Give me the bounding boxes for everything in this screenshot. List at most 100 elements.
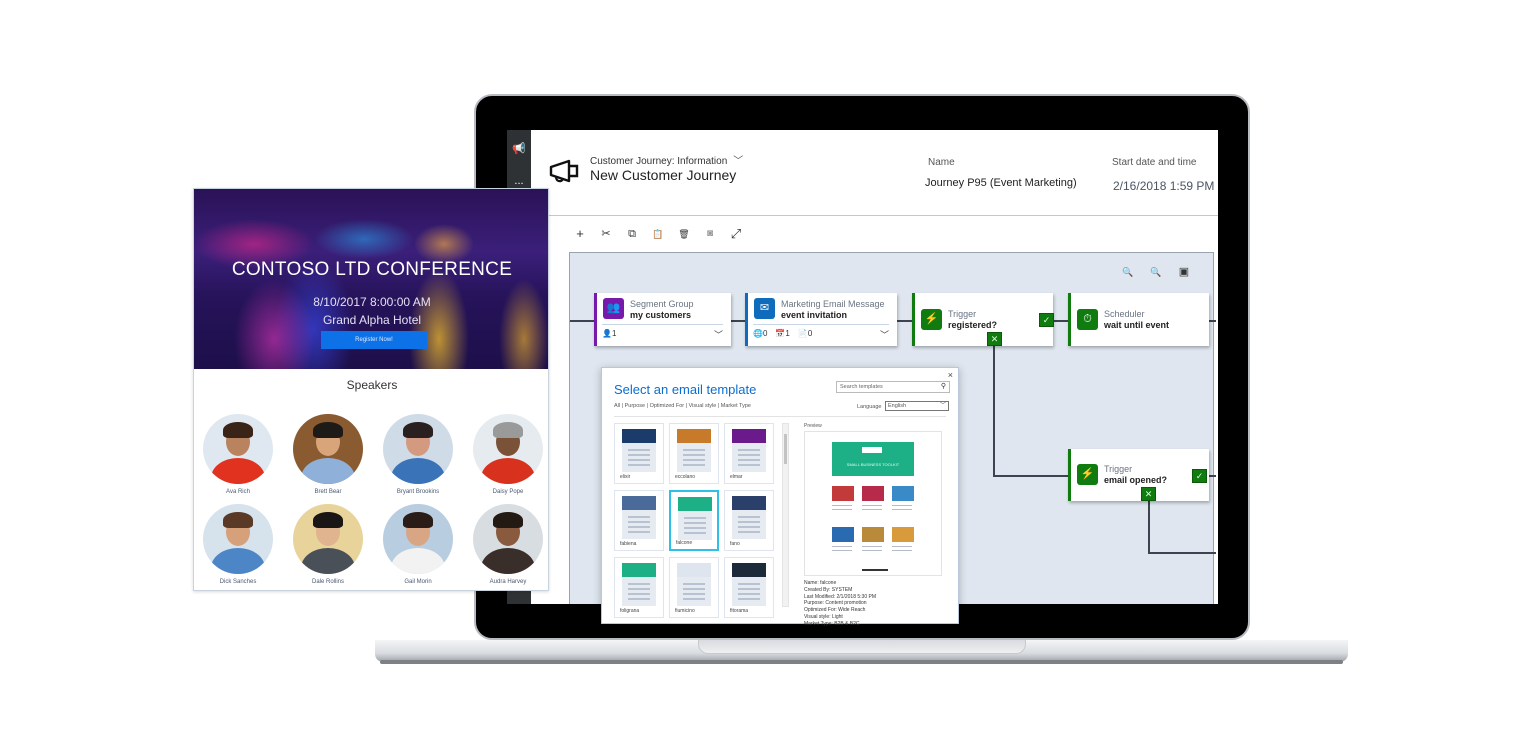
tile-trigger-registered[interactable]: ⚡ Trigger registered? <box>912 293 1053 346</box>
zoom-in-icon[interactable]: 🔍 <box>1149 265 1163 279</box>
speaker-card[interactable]: Bryant Brookins <box>378 414 458 495</box>
chevron-down-icon[interactable]: ﹀ <box>733 152 743 167</box>
yes-branch-icon[interactable]: ✓ <box>1192 469 1207 483</box>
template-label: foligrana <box>620 608 640 614</box>
speaker-card[interactable]: Dale Rollins <box>288 504 368 585</box>
preview-hero: SMALL BUSINESS TOOLKIT <box>832 442 914 476</box>
copy-icon[interactable]: ⧉ <box>624 226 640 242</box>
calendar-count: 1 <box>785 329 790 338</box>
thumbnail-line <box>738 516 760 518</box>
screenshot-icon[interactable]: ◙ <box>702 226 718 242</box>
template-thumbnail <box>622 429 656 472</box>
thumbnail-line <box>628 459 650 461</box>
search-icon[interactable]: ⚲ <box>941 382 946 392</box>
designer-toolbar: + ✂ ⧉ 📋 🗑 ◙ ⤢ <box>531 216 1218 252</box>
cut-icon[interactable]: ✂ <box>598 226 614 242</box>
tile-trigger-email-opened[interactable]: ⚡ Trigger email opened? <box>1068 449 1209 501</box>
thumbnail-hero <box>732 429 766 443</box>
avatar-hair <box>223 512 253 528</box>
speaker-name: Audra Harvey <box>489 579 527 585</box>
register-now-button[interactable]: Register Now! <box>321 331 427 349</box>
megaphone-icon[interactable]: 📢 <box>511 142 527 156</box>
thumbnail-line <box>628 464 650 466</box>
template-label: fitorama <box>730 608 749 614</box>
thumbnail-hero <box>622 429 656 443</box>
yes-branch-icon[interactable]: ✓ <box>1039 313 1054 327</box>
speaker-name: Bryant Brookins <box>396 489 440 495</box>
template-scrollbar[interactable] <box>782 423 789 607</box>
event-venue: Grand Alpha Hotel <box>322 313 422 327</box>
speaker-card[interactable]: Brett Bear <box>288 414 368 495</box>
event-date: 8/10/2017 8:00:00 AM <box>313 295 431 309</box>
language-select[interactable]: English ﹀ <box>885 401 949 411</box>
avatar-hair <box>403 512 433 528</box>
tile-name: my customers <box>630 310 692 320</box>
tile-segment-group[interactable]: 👥 Segment Group my customers 👤1 ﹀ <box>594 293 731 346</box>
template-label: fiumicino <box>675 608 695 614</box>
template-label: elmar <box>730 474 743 480</box>
template-card[interactable]: fitorama <box>724 557 774 618</box>
speaker-name: Brett Bear <box>314 489 342 495</box>
thumbnail-line <box>628 454 650 456</box>
thumbnail-hero <box>732 563 766 577</box>
zoom-out-icon[interactable]: 🔍 <box>1121 265 1135 279</box>
preview-text-line <box>862 509 882 510</box>
speaker-card[interactable]: Audra Harvey <box>468 504 548 585</box>
speaker-card[interactable]: Gail Morin <box>378 504 458 585</box>
template-card[interactable]: fiumicino <box>669 557 719 618</box>
tile-type: Trigger <box>948 309 977 319</box>
tile-footer: 👤1 <box>602 329 616 338</box>
tile-accent <box>745 293 748 346</box>
thumbnail-line <box>628 583 650 585</box>
search-placeholder: Search templates <box>840 384 883 390</box>
breadcrumb[interactable]: Customer Journey: Information ﹀ <box>590 152 743 167</box>
template-thumbnail <box>677 429 711 472</box>
tile-accent <box>594 293 597 346</box>
scrollbar-thumb[interactable] <box>784 434 787 464</box>
template-card[interactable]: fano <box>724 490 774 551</box>
delete-icon[interactable]: 🗑 <box>676 226 692 242</box>
template-thumbnail <box>622 496 656 539</box>
tile-marketing-email[interactable]: ✉ Marketing Email Message event invitati… <box>745 293 897 346</box>
metadata-line: Created By: SYSTEM <box>804 586 853 593</box>
search-input[interactable]: Search templates ⚲ <box>836 381 950 393</box>
expand-icon[interactable]: ⤢ <box>728 226 744 242</box>
preview-text-line <box>832 509 852 510</box>
speaker-avatar <box>203 414 273 484</box>
email-template-dialog: × Select an email template All | Purpose… <box>601 367 959 627</box>
avatar-hair <box>223 422 253 438</box>
tile-name: wait until event <box>1104 320 1170 330</box>
template-metadata: Name: falcone Created By: SYSTEM Last Modi… <box>804 580 876 628</box>
thumbnail-line <box>628 588 650 590</box>
avatar-body <box>481 548 535 574</box>
template-card[interactable]: foligrana <box>614 557 664 618</box>
fit-screen-icon[interactable]: ▣ <box>1177 265 1191 279</box>
avatar-body <box>301 548 355 574</box>
no-branch-icon[interactable]: ✕ <box>1141 487 1156 501</box>
template-thumbnail <box>732 563 766 606</box>
close-icon[interactable]: × <box>948 370 953 380</box>
thumbnail-line <box>738 583 760 585</box>
no-branch-icon[interactable]: ✕ <box>987 332 1002 346</box>
template-card[interactable]: fabiena <box>614 490 664 551</box>
template-card[interactable]: elmar <box>724 423 774 484</box>
thumbnail-line <box>628 521 650 523</box>
template-card[interactable]: falcone <box>669 490 719 551</box>
chevron-down-icon[interactable]: ﹀ <box>714 328 723 341</box>
speaker-card[interactable]: Daisy Pope <box>468 414 548 495</box>
preview-text-line <box>862 505 882 506</box>
chevron-down-icon[interactable]: ﹀ <box>880 328 889 341</box>
speaker-card[interactable]: Ava Rich <box>198 414 278 495</box>
add-icon[interactable]: + <box>572 226 588 242</box>
connector-line <box>993 475 1069 477</box>
speaker-card[interactable]: Dick Sanches <box>198 504 278 585</box>
template-card[interactable]: eccolano <box>669 423 719 484</box>
thumbnail-line <box>628 598 650 600</box>
tile-scheduler[interactable]: ⏱ Scheduler wait until event <box>1068 293 1209 346</box>
template-card[interactable]: elixir <box>614 423 664 484</box>
thumbnail-line <box>683 598 705 600</box>
laptop-notch <box>698 640 1026 654</box>
more-icon[interactable]: ... <box>511 174 527 188</box>
filter-tabs[interactable]: All | Purpose | Optimized For | Visual s… <box>614 403 751 409</box>
paste-icon[interactable]: 📋 <box>650 226 666 242</box>
